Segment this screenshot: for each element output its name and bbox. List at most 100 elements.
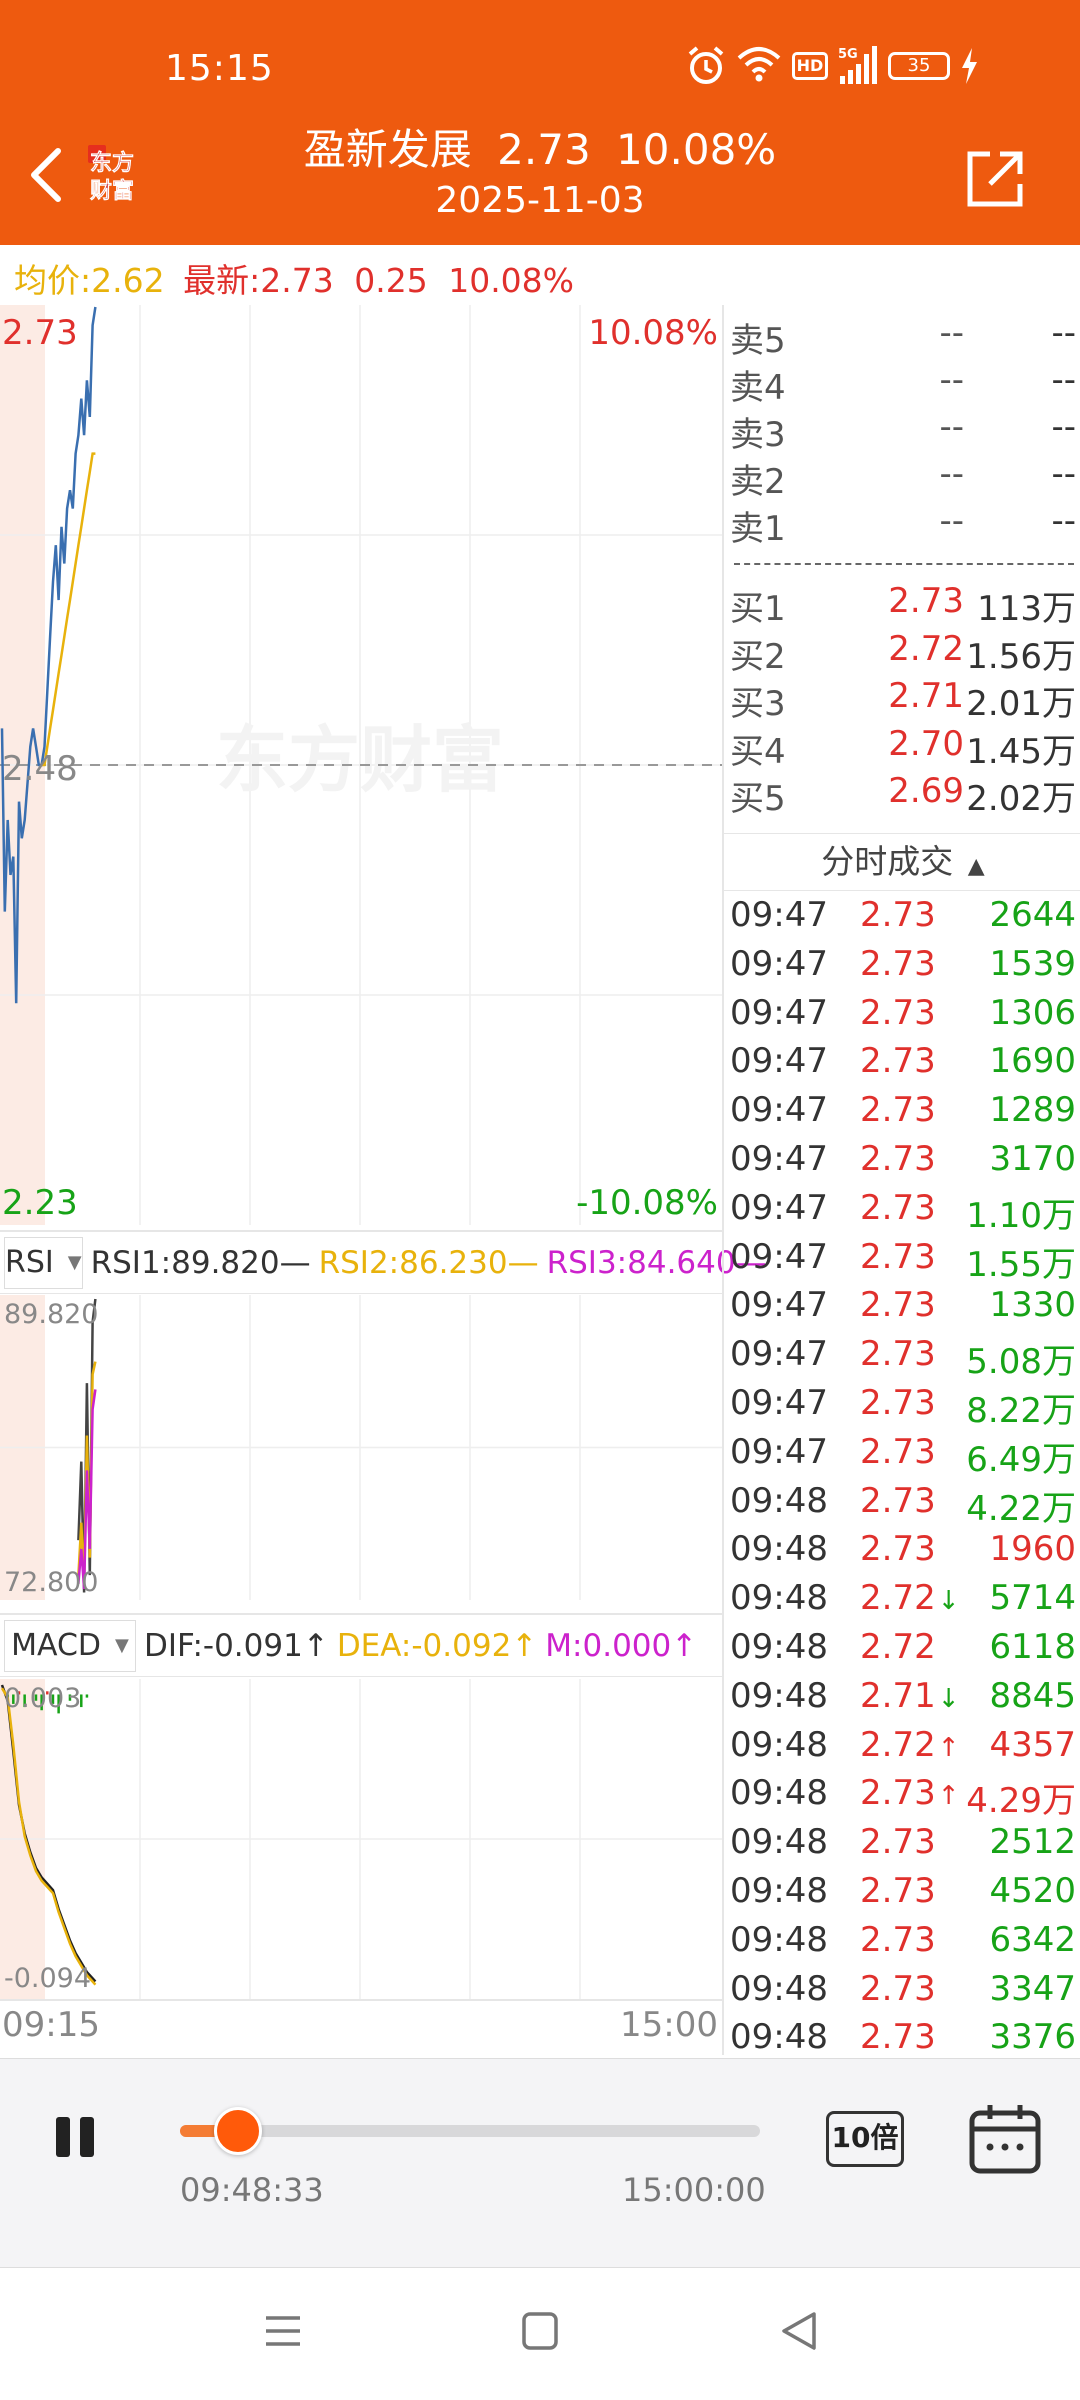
order-book-row: 买5 2.69 2.02万	[724, 771, 1080, 819]
rsi-axis-top: 89.820	[4, 1299, 99, 1330]
avg-price-value: 2.62	[91, 261, 165, 300]
tick-price: 2.73	[860, 1919, 936, 1960]
pause-button[interactable]	[52, 2117, 98, 2167]
tick-volume: 1.10万	[966, 1195, 1076, 1236]
order-book-row: 买1 2.73 113万	[724, 581, 1080, 629]
tick-price: 2.73	[860, 1187, 936, 1228]
tick-row: 09:47 2.73 3170	[724, 1139, 1080, 1188]
macd-selector[interactable]: MACD ▼	[4, 1619, 136, 1672]
tick-price: 2.73	[860, 1822, 936, 1863]
dropdown-arrow-icon: ▼	[115, 1635, 129, 1656]
down-arrow-icon: ↓	[937, 1586, 960, 1617]
tick-row: 09:47 2.73 1306	[724, 993, 1080, 1042]
order-volume: --	[1051, 313, 1076, 353]
tick-time: 09:47	[730, 895, 828, 935]
tick-time: 09:47	[730, 943, 828, 984]
order-book-row: 买2 2.72 1.56万	[724, 629, 1080, 677]
m-value: M:0.000	[545, 1627, 672, 1664]
order-volume: --	[1051, 360, 1076, 400]
tick-volume: 1306	[989, 992, 1076, 1033]
progress-slider[interactable]	[180, 2107, 760, 2155]
order-book-row: 卖2 -- --	[724, 454, 1080, 502]
rsi3-value: RSI3:84.640	[546, 1244, 736, 1281]
tick-row: 09:48 2.73 4.22万	[724, 1481, 1080, 1530]
tick-time: 09:47	[730, 1139, 828, 1179]
m-up-arrow-icon: ↑	[671, 1627, 698, 1664]
tick-price: 2.73	[860, 2017, 936, 2058]
tick-price: 2.73	[860, 1090, 936, 1131]
macd-chart[interactable]	[0, 1679, 722, 1999]
order-level-label: 卖5	[730, 321, 786, 361]
order-volume: --	[1051, 454, 1076, 494]
intraday-chart[interactable]: 东方财富	[0, 305, 722, 1225]
tick-price: 2.73	[860, 1383, 936, 1423]
macd-axis-top: 0.003	[4, 1683, 82, 1714]
tick-volume: 1960	[989, 1529, 1076, 1570]
chart-area[interactable]: 东方财富 2.73 2.48 2.23 10.08% -10.08% RSI ▼…	[0, 305, 767, 2055]
tick-time: 09:47	[730, 992, 828, 1033]
tick-row: 09:47 2.73 5.08万	[724, 1334, 1080, 1383]
order-price: 2.69	[888, 771, 964, 811]
order-price: 2.70	[888, 723, 964, 764]
tick-volume: 8845	[989, 1675, 1076, 1716]
tick-volume: 4520	[989, 1871, 1076, 1911]
tick-volume: 4.22万	[966, 1488, 1076, 1529]
tick-row: 09:47 2.73 6.49万	[724, 1432, 1080, 1481]
tick-row: 09:47 2.73 1330	[724, 1285, 1080, 1334]
tick-row: 09:47 2.73 1.10万	[724, 1188, 1080, 1237]
tick-row: 09:48 2.72↑ 4357	[724, 1725, 1080, 1774]
tick-price: 2.72↓	[860, 1578, 960, 1619]
order-book-panel: 卖5 -- -- 卖4 -- -- 卖3 -- -- 卖2 -- -- 卖1 -- -- 买1 2.73 113…	[722, 305, 1080, 2058]
rsi-chart[interactable]	[0, 1295, 722, 1600]
status-time: 15:15	[165, 48, 274, 89]
order-volume: 2.02万	[966, 779, 1076, 819]
menu-icon[interactable]	[262, 2310, 304, 2352]
order-price: 2.71	[888, 676, 964, 716]
tick-time: 09:47	[730, 1383, 828, 1423]
order-price: --	[939, 501, 964, 541]
speed-button[interactable]: 10倍	[826, 2111, 904, 2167]
order-volume: 1.45万	[966, 731, 1076, 772]
up-arrow-icon: ↑	[937, 1732, 960, 1763]
order-book-row: 卖5 -- --	[724, 313, 1080, 361]
tick-price: 2.73	[860, 895, 936, 935]
x-axis-start: 09:15	[2, 2005, 100, 2045]
order-price: --	[939, 360, 964, 400]
tick-price: 2.73	[860, 943, 936, 984]
home-icon[interactable]	[520, 2310, 560, 2352]
order-price: --	[939, 313, 964, 353]
pct-high-label: 10.08%	[588, 313, 718, 353]
current-time: 09:48:33	[180, 2171, 324, 2209]
latest-price-value: 2.73	[260, 261, 334, 300]
tick-time: 09:48	[730, 1968, 828, 2009]
replay-player: 09:48:33 15:00:00 10倍	[0, 2058, 1080, 2268]
progress-knob[interactable]	[214, 2107, 262, 2155]
tick-time: 09:47	[730, 1334, 828, 1375]
down-arrow-icon: ↓	[937, 1683, 960, 1714]
order-book-row: 买3 2.71 2.01万	[724, 676, 1080, 724]
tick-time: 09:48	[730, 1724, 828, 1765]
tick-row: 09:47 2.73 1539	[724, 944, 1080, 993]
signal-5g-icon: 5G	[838, 46, 877, 84]
tick-volume: 2644	[989, 895, 1076, 935]
back-icon[interactable]	[778, 2310, 820, 2352]
tick-trades-header[interactable]: 分时成交 ▲	[724, 833, 1080, 891]
order-price: 2.72	[888, 628, 964, 669]
tick-volume: 3347	[989, 1968, 1076, 2009]
avg-price-label: 均价:	[14, 261, 92, 300]
price-change: 0.25	[354, 261, 428, 300]
share-button[interactable]	[962, 146, 1028, 212]
tick-volume: 1539	[989, 943, 1076, 984]
order-level-label: 卖1	[730, 509, 786, 549]
dif-up-arrow-icon: ↑	[302, 1627, 329, 1664]
tick-time: 09:47	[730, 1041, 828, 1082]
rsi-selector[interactable]: RSI ▼	[4, 1236, 83, 1289]
calendar-button[interactable]	[968, 2103, 1042, 2175]
latest-price-label: 最新:	[183, 261, 261, 300]
stock-date: 2025-11-03	[435, 180, 645, 221]
x-axis-end: 15:00	[620, 2005, 718, 2045]
tick-volume: 5714	[989, 1578, 1076, 1619]
tick-time: 09:48	[730, 1675, 828, 1716]
tick-row: 09:48 2.73↑ 4.29万	[724, 1773, 1080, 1822]
order-volume: 1.56万	[966, 636, 1076, 677]
